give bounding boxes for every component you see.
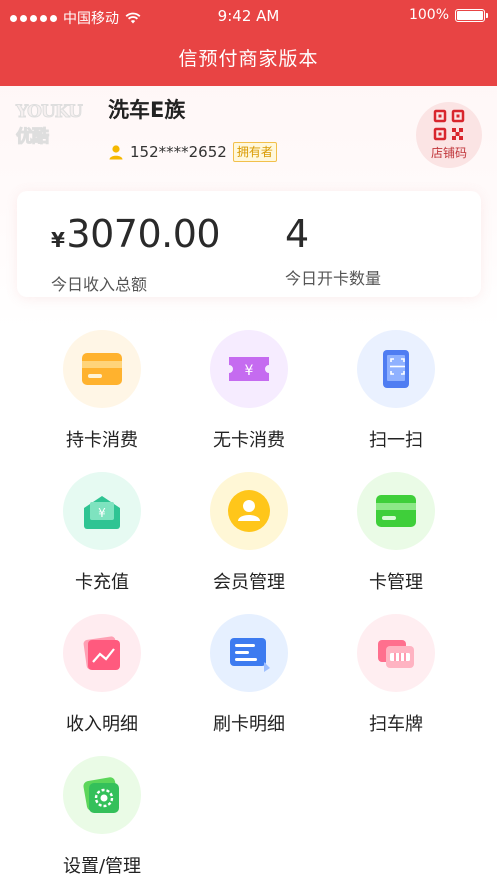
shop-name: 洗车E族 [108,98,186,122]
battery-icon [455,8,488,22]
new-cards-label: 今日开卡数量 [285,269,382,288]
new-cards-value: 4 [285,212,309,256]
menu-label: 卡管理 [369,572,423,593]
member-icon [228,490,270,532]
page-title: 信预付商家版本 [178,48,319,70]
menu-member-manage[interactable]: 会员管理 [169,472,329,602]
scan-phone-icon [383,350,409,388]
menu-label: 扫一扫 [369,430,423,451]
menu-label: 扫车牌 [369,714,423,735]
shop-info: YOUKU优酷 洗车E族 152****2652 拥有者 店铺码 [0,86,497,181]
menu-no-card-payment[interactable]: ¥ 无卡消费 [169,330,329,460]
status-bar: 中国移动 9:42 AM 100% [0,0,497,32]
settings-icon [83,777,119,813]
menu-label: 持卡消费 [66,430,138,451]
scan-plate-icon [378,640,414,668]
menu-card-payment[interactable]: 持卡消费 [22,330,182,460]
card-manage-icon [376,495,416,527]
qr-code-icon [433,109,465,141]
svg-text:¥: ¥ [245,363,254,379]
menu-scan[interactable]: 扫一扫 [316,330,476,460]
income-chart-icon [83,636,120,670]
card-recharge-icon: ¥ [84,496,120,529]
shop-phone: 152****2652 [130,143,227,161]
menu-label: 会员管理 [213,572,285,593]
new-cards-stat: 4 今日开卡数量 [285,213,381,289]
battery-percent: 100% [408,7,449,23]
menu-card-recharge[interactable]: ¥ 卡充值 [22,472,182,602]
menu-label: 无卡消费 [213,430,285,451]
stats-card: ¥3070.00 今日收入总额 4 今日开卡数量 [17,191,481,297]
role-badge: 拥有者 [232,142,277,162]
menu-settings[interactable]: 设置/管理 [22,756,182,883]
header: 中国移动 9:42 AM 100% 信预付商家版本 [0,0,497,86]
menu-income-detail[interactable]: 收入明细 [22,614,182,744]
shop-qr-button[interactable]: 店铺码 [416,102,482,168]
income-value: 3070.00 [66,212,221,256]
menu-label: 收入明细 [66,714,138,735]
income-label: 今日收入总额 [51,275,148,294]
menu-scan-plate[interactable]: 扫车牌 [316,614,476,744]
menu-swipe-detail[interactable]: 刷卡明细 [169,614,329,744]
menu-label: 卡充值 [75,572,129,593]
currency-symbol: ¥ [51,228,65,252]
svg-text:¥: ¥ [98,506,106,520]
shop-logo: YOUKU优酷 [16,101,84,147]
swipe-record-icon [230,638,270,672]
qr-label: 店铺码 [430,146,467,160]
menu-card-manage[interactable]: 卡管理 [316,472,476,602]
menu-label: 设置/管理 [62,856,142,877]
user-icon [109,145,123,160]
yen-ticket-icon: ¥ [229,357,269,381]
menu-label: 刷卡明细 [213,714,285,735]
card-payment-icon [82,353,122,385]
income-stat: ¥3070.00 今日收入总额 [51,212,221,295]
